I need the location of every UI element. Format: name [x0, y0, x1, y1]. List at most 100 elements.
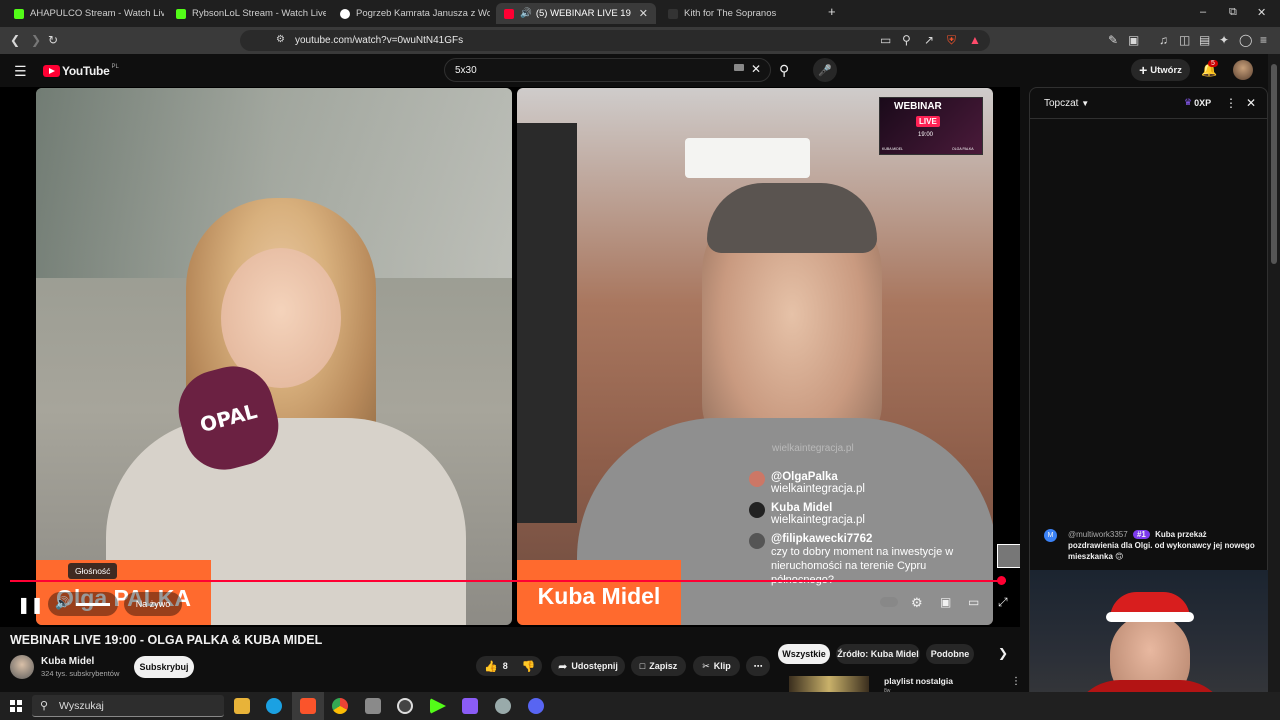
tab-rybsonlol[interactable]: RybsonLoL Stream - Watch Live on K [168, 3, 326, 24]
media-icon[interactable]: ♫ [1159, 33, 1168, 47]
brave-rewards-icon[interactable]: ▲ [969, 33, 981, 47]
leo-ai-icon[interactable]: ✦ [1219, 33, 1229, 47]
brave-shield-icon[interactable]: ⛨ [947, 33, 956, 47]
back-icon[interactable]: ❮ [10, 33, 20, 47]
search-input[interactable] [455, 63, 715, 78]
app-icon[interactable] [462, 698, 478, 714]
volume-slider[interactable] [76, 603, 110, 606]
create-button[interactable]: + Utwórz [1131, 59, 1190, 81]
volume-control[interactable]: 🔊 [48, 592, 118, 616]
hamburger-icon[interactable]: ☰ [14, 63, 27, 80]
channel-avatar[interactable] [10, 655, 34, 679]
chip-similar[interactable]: Podobne [926, 644, 974, 664]
progress-scrubber[interactable] [997, 576, 1006, 585]
tab-pogrzeb[interactable]: Pogrzeb Kamrata Janusza z Wojciech [332, 3, 490, 24]
fullscreen-exit-icon[interactable]: ⤢ [998, 595, 1008, 610]
chat-mode-selector[interactable]: Topczat ▼ [1044, 98, 1089, 109]
app-icon[interactable] [495, 698, 511, 714]
related-thumbnail[interactable] [789, 676, 869, 692]
sidebar-icon[interactable]: ◫ [1179, 33, 1190, 47]
menu-icon[interactable]: ≡ [1260, 33, 1267, 47]
video-player[interactable]: OPAL Olga PALKA WEBINAR LIVE 19:00 KUBA … [0, 87, 1020, 627]
close-tab-icon[interactable]: ✕ [631, 7, 648, 20]
close-chat-icon[interactable]: ✕ [1246, 96, 1256, 110]
minimize-button[interactable]: – [1200, 6, 1206, 18]
reload-icon[interactable]: ↻ [48, 33, 58, 47]
zoom-icon[interactable]: ⚲ [902, 33, 911, 47]
chip-source[interactable]: Źródło: Kuba Midel [836, 644, 920, 664]
obs-icon[interactable] [397, 698, 413, 714]
save-button[interactable]: □ Zapisz [631, 656, 686, 676]
cast-icon[interactable]: ▭ [968, 595, 979, 609]
search-box[interactable]: ✕ [444, 58, 771, 82]
scrollbar-thumb[interactable] [1271, 64, 1277, 264]
autoplay-toggle[interactable] [880, 597, 898, 607]
preview-thumbnail [997, 544, 1020, 568]
account-avatar[interactable] [1233, 60, 1253, 80]
chat-author[interactable]: @multiwork3357 [1068, 530, 1128, 539]
webinar-badge: WEBINAR LIVE 19:00 KUBA MIDEL OLGA PALKA [879, 97, 983, 155]
live-indicator[interactable]: Na żywo [124, 592, 182, 616]
brave-icon[interactable] [300, 698, 316, 714]
chrome-icon[interactable] [332, 698, 348, 714]
discord-icon[interactable] [528, 698, 544, 714]
app-icon[interactable] [365, 698, 381, 714]
keyboard-icon[interactable] [734, 64, 744, 71]
divider [1030, 118, 1267, 119]
volume-icon[interactable]: 🔊 [55, 596, 70, 610]
play-app-icon[interactable] [430, 698, 446, 714]
wallet-icon[interactable]: ▤ [1199, 33, 1210, 47]
tab-ahapulco[interactable]: AHAPULCO Stream - Watch Live on K [6, 3, 164, 24]
channel-name[interactable]: Kuba Midel [41, 656, 94, 667]
taskbar-search[interactable]: ⚲ Wyszukaj [32, 695, 224, 717]
more-options-icon[interactable]: ⋮ [1225, 96, 1237, 110]
address-toolbar: ❮ ❯ ↻ ☐ ⚙ youtube.com/watch?v=0wuNtN41GF… [0, 27, 1280, 54]
subscribe-button[interactable]: Subskrybuj [134, 656, 194, 678]
chevron-right-icon[interactable]: ❯ [998, 646, 1008, 660]
create-label: Utwórz [1150, 64, 1182, 76]
youtube-logo[interactable]: YouTube PL [43, 64, 119, 78]
site-settings-icon[interactable]: ⚙ [276, 33, 285, 47]
new-tab-button[interactable]: + [828, 4, 836, 19]
thumbs-up-icon[interactable]: 👍 [484, 660, 498, 673]
related-more-icon[interactable]: ⋮ [1011, 676, 1021, 687]
share-icon[interactable]: ↗ [924, 33, 934, 47]
xp-badge[interactable]: ♛ 0XP [1184, 97, 1211, 108]
search-icon[interactable]: ⚲ [779, 62, 789, 79]
page-scrollbar[interactable] [1268, 54, 1280, 720]
windows-start-icon[interactable] [10, 700, 22, 712]
browser-tab-strip: AHAPULCO Stream - Watch Live on K Rybson… [0, 0, 1280, 27]
chat-emoji: 🙃 [1115, 552, 1124, 561]
logo-text: YouTube [62, 64, 110, 78]
url-bar[interactable]: ⚙ youtube.com/watch?v=0wuNtN41GFs ▭ ⚲ ↗ … [240, 30, 990, 51]
hair [707, 183, 877, 253]
close-window-button[interactable]: ✕ [1257, 6, 1266, 19]
voice-search-icon[interactable]: 🎤 [813, 58, 837, 82]
settings-gear-icon[interactable]: ⚙ [911, 595, 923, 611]
overlay-prev-text: wielkaintegracja.pl [772, 443, 854, 454]
tab-webinar[interactable]: 🔊 (5) WEBINAR LIVE 19:00 - OLG ✕ [496, 3, 656, 24]
tab-kith[interactable]: Kith for The Sopranos [660, 3, 820, 24]
clip-button[interactable]: ✂ Klip [693, 656, 740, 676]
forward-icon[interactable]: ❯ [31, 33, 41, 47]
screenshot-icon[interactable]: ▣ [1128, 33, 1139, 47]
extensions-icon[interactable]: ✎ [1108, 33, 1118, 47]
mic-brand-text: OPAL [197, 398, 260, 438]
vpn-icon[interactable]: ◯ [1239, 33, 1252, 47]
share-button[interactable]: ➦ Udostępnij [551, 656, 625, 676]
chip-all[interactable]: Wszystkie [778, 644, 830, 664]
clear-search-icon[interactable]: ✕ [751, 62, 761, 76]
miniplayer-icon[interactable]: ▣ [940, 595, 951, 609]
pause-icon[interactable]: ❚❚ [17, 595, 44, 615]
badge-name-left: KUBA MIDEL [882, 147, 904, 151]
cast-icon[interactable]: ▭ [880, 33, 891, 47]
chat-mode-label: Topczat [1044, 98, 1079, 109]
related-title[interactable]: playlist nostalgia [884, 676, 953, 686]
windows-taskbar: ⚲ Wyszukaj [0, 692, 1280, 720]
thumbs-down-icon[interactable]: 👎 [522, 660, 536, 673]
maximize-button[interactable]: ⧉ [1229, 6, 1237, 19]
progress-bar[interactable] [10, 580, 1006, 582]
file-explorer-icon[interactable] [234, 698, 250, 714]
more-actions-button[interactable]: ⋯ [746, 656, 770, 676]
edge-icon[interactable] [266, 698, 282, 714]
